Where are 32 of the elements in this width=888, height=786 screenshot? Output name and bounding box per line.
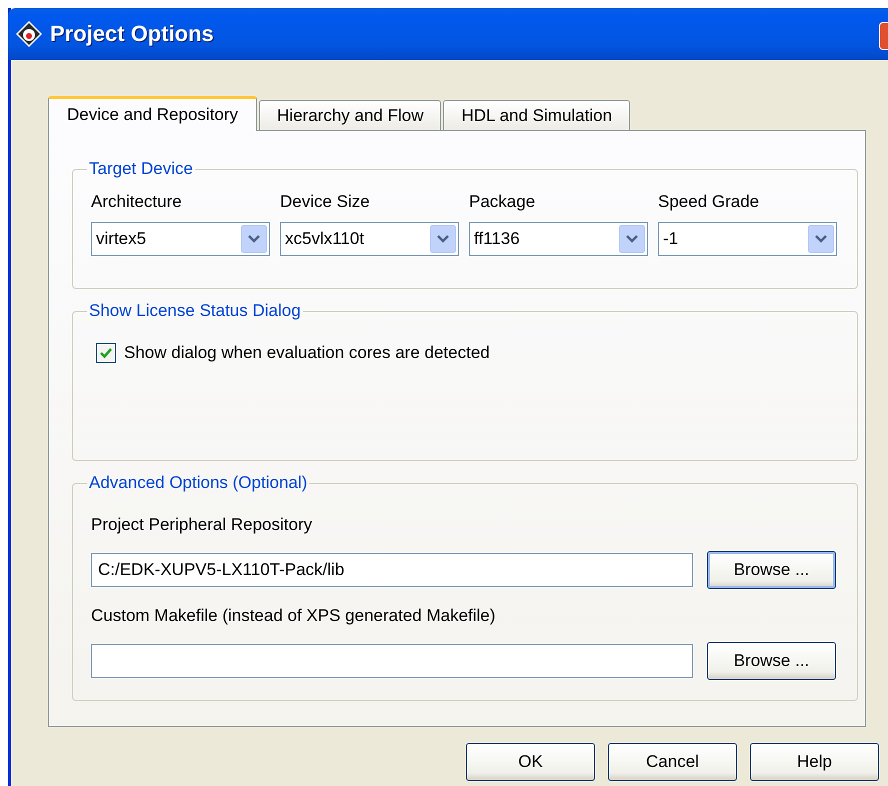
field-label: Device Size [280,192,370,211]
field-label: Project Peripheral Repository [91,515,314,535]
chevron-down-icon [241,225,267,253]
chevron-down-icon [808,225,834,253]
group-title: Advanced Options (Optional) [88,473,308,493]
tab[interactable]: Hierarchy and Flow [259,100,442,130]
field-label: Speed Grade [658,192,760,211]
dropdown[interactable]: xc5vlx110t [280,222,459,256]
chevron-down-icon [430,225,456,253]
path-field[interactable] [91,644,693,678]
app-logo-icon [16,21,42,47]
window-title: Project Options [50,21,214,47]
dropdown[interactable]: ff1136 [469,222,648,256]
field-label: Package [469,192,536,211]
path-field[interactable]: C:/EDK-XUPV5-LX110T-Pack/lib [91,553,693,587]
dialog-button[interactable]: Cancel [608,743,737,781]
dialog-button[interactable]: OK [466,743,595,781]
checkbox-label: Show dialog when evaluation cores are detected [124,343,490,363]
field-label: Custom Makefile (instead of XPS generated Makefile) [91,606,496,626]
group-title: Target Device [88,159,194,179]
tab[interactable]: Device and Repository [48,96,258,131]
checkbox[interactable] [96,343,116,363]
tab[interactable]: HDL and Simulation [443,100,630,130]
dropdown[interactable]: -1 [658,222,837,256]
dropdown[interactable]: virtex5 [91,222,270,256]
field-label: Architecture [91,192,182,211]
browse-button[interactable]: Browse ... [707,551,836,589]
browse-button[interactable]: Browse ... [707,642,836,680]
group-title: Show License Status Dialog [88,301,302,321]
chevron-down-icon [619,225,645,253]
dialog-button[interactable]: Help [750,743,879,781]
close-button[interactable] [879,22,888,50]
